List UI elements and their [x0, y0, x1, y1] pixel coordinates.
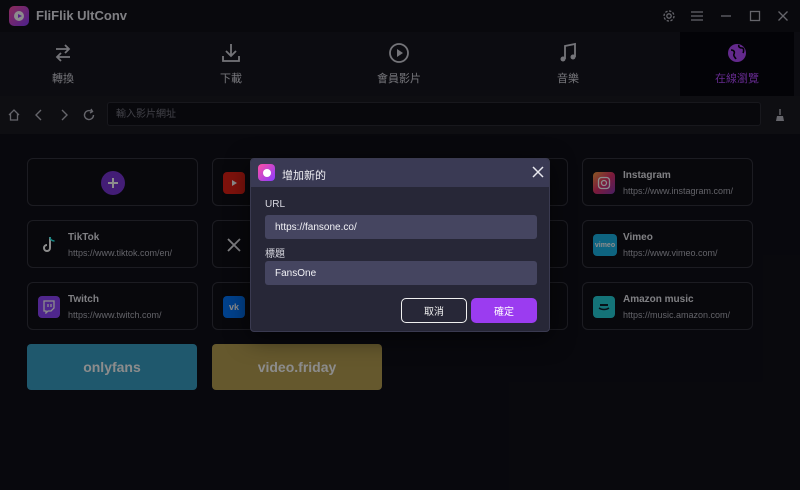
add-site-dialog: 增加新的 URL 標題 取消 確定: [250, 158, 550, 332]
cancel-button[interactable]: 取消: [401, 298, 467, 323]
app-logo-icon: [258, 164, 275, 181]
url-label: URL: [265, 199, 286, 210]
close-icon[interactable]: [531, 165, 545, 179]
dialog-title: 增加新的: [282, 170, 326, 182]
confirm-button[interactable]: 確定: [471, 298, 537, 323]
url-field[interactable]: [265, 215, 537, 239]
title-label: 標題: [265, 249, 285, 260]
title-field[interactable]: [265, 261, 537, 285]
dialog-header: 增加新的: [251, 159, 549, 187]
